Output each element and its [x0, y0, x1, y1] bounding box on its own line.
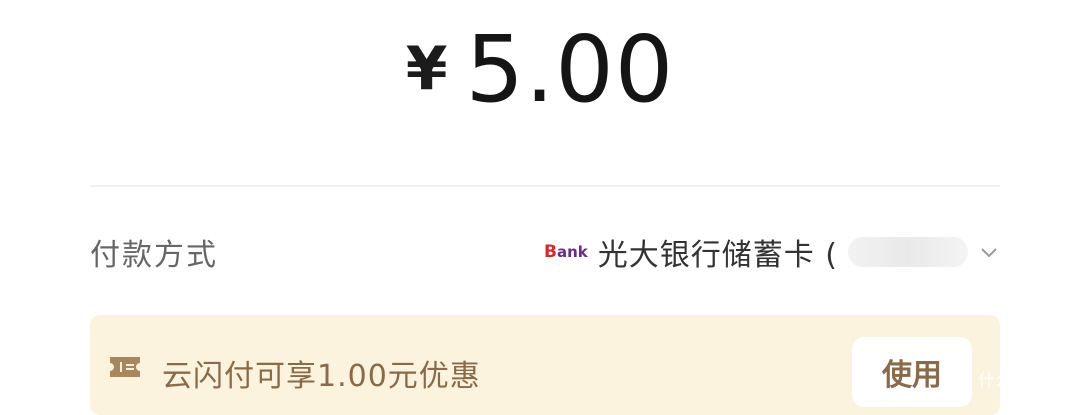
payment-method-row[interactable]: 付款方式 Bank 光大银行储蓄卡 ( — [90, 222, 1000, 282]
bank-logo-icon: Bank — [544, 242, 588, 262]
payment-method-label: 付款方式 — [90, 238, 218, 273]
amount-value: 5.00 — [465, 16, 675, 123]
masked-card-number — [848, 237, 968, 267]
bank-logo-initial: B — [544, 242, 557, 262]
divider — [90, 185, 1000, 187]
watermark: 值 什么值得买 — [950, 366, 1063, 391]
chevron-down-icon[interactable] — [978, 241, 1000, 263]
payment-method-selector[interactable]: Bank 光大银行储蓄卡 ( — [544, 230, 1000, 274]
payment-amount: ¥ 5.00 — [0, 24, 1080, 126]
promo-banner: 云闪付可享1.00元优惠 使用 — [90, 315, 1000, 415]
bank-logo-text: ank — [556, 243, 588, 261]
watermark-logo-icon: 值 — [950, 367, 972, 390]
bank-card-name: 光大银行储蓄卡 ( — [597, 238, 838, 273]
coupon-icon — [110, 357, 140, 377]
watermark-text: 什么值得买 — [978, 371, 1063, 391]
promo-text: 云闪付可享1.00元优惠 — [162, 359, 481, 394]
currency-symbol: ¥ — [405, 34, 448, 104]
